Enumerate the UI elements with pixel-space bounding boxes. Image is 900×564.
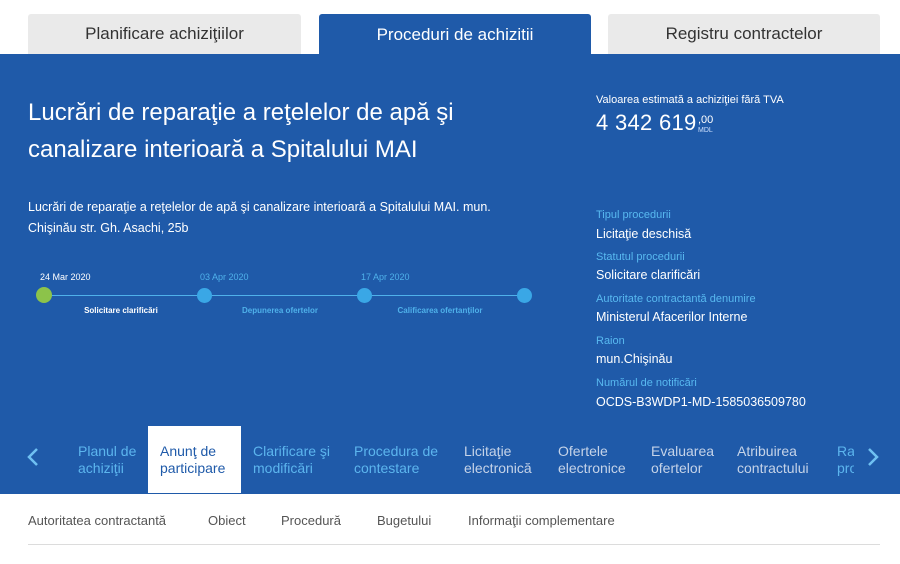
district-label: Raion bbox=[596, 335, 625, 347]
nav-licitatie-line1: Licitaţie bbox=[464, 442, 512, 459]
nav-raport[interactable]: Ra pro bbox=[837, 426, 854, 493]
subtab-divider bbox=[28, 544, 880, 545]
timeline-step-3: Calificarea ofertanţilor bbox=[397, 306, 483, 315]
chevron-left-icon[interactable] bbox=[26, 447, 40, 473]
authority-value: Ministerul Afacerilor Interne bbox=[596, 310, 748, 324]
estimate-value: 4 342 619 bbox=[596, 110, 697, 135]
status-label: Statutul procedurii bbox=[596, 251, 685, 263]
notice-label: Numărul de notificări bbox=[596, 377, 697, 389]
subtab-procedura[interactable]: Procedură bbox=[281, 513, 341, 528]
type-value: Licitaţie deschisă bbox=[596, 227, 692, 241]
procedure-title-line2: canalizare interioară a Spitalului MAI bbox=[28, 136, 418, 163]
notice-value: OCDS-B3WDP1-MD-1585036509780 bbox=[596, 395, 806, 409]
nav-ofertele-line2: electronice bbox=[558, 459, 626, 476]
nav-anunt-line1: Anunţ de bbox=[160, 442, 217, 459]
timeline-dot-2 bbox=[197, 288, 212, 303]
nav-clarificare[interactable]: Clarificare şi modificări bbox=[253, 426, 330, 493]
status-value: Solicitare clarificări bbox=[596, 268, 701, 282]
nav-planul[interactable]: Planul de achiziţii bbox=[78, 426, 136, 493]
nav-evaluarea-line2: ofertelor bbox=[651, 459, 703, 476]
tab-planificare[interactable]: Planificare achiziţiilor bbox=[28, 14, 301, 54]
nav-planul-line2: achiziţii bbox=[78, 459, 124, 476]
nav-raport-line1: Ra bbox=[837, 442, 854, 459]
nav-evaluarea[interactable]: Evaluarea ofertelor bbox=[651, 426, 714, 493]
timeline-date-3: 17 Apr 2020 bbox=[361, 272, 410, 282]
description-line1: Lucrări de reparaţie a reţelelor de apă … bbox=[28, 200, 491, 214]
nav-evaluarea-line1: Evaluarea bbox=[651, 442, 715, 459]
nav-atribuirea[interactable]: Atribuirea contractului bbox=[737, 426, 809, 493]
timeline-dot-4 bbox=[517, 288, 532, 303]
estimate-currency: MDL bbox=[698, 127, 713, 134]
chevron-right-icon[interactable] bbox=[866, 447, 880, 473]
nav-contestare-line1: Procedura de bbox=[354, 442, 439, 459]
procedure-title: Lucrări de reparaţie a reţelelor de apă … bbox=[28, 94, 548, 168]
timeline-dot-3 bbox=[357, 288, 372, 303]
subtab-informatii[interactable]: Informaţii complementare bbox=[468, 513, 615, 528]
nav-clarificare-line1: Clarificare şi bbox=[253, 442, 331, 459]
nav-ofertele-line1: Ofertele bbox=[558, 442, 608, 459]
nav-licitatie[interactable]: Licitaţie electronică bbox=[464, 426, 532, 493]
nav-clarificare-line2: modificări bbox=[253, 459, 313, 476]
procurement-page: Planificare achiziţiilor Proceduri de ac… bbox=[0, 0, 900, 564]
procedure-description: Lucrări de reparaţie a reţelelor de apă … bbox=[28, 197, 508, 239]
timeline-line bbox=[44, 295, 524, 296]
nav-contestare-line2: contestare bbox=[354, 459, 420, 476]
authority-label: Autoritate contractantă denumire bbox=[596, 293, 756, 305]
nav-anunt-line2: participare bbox=[160, 459, 226, 476]
estimate-cents: ,00 bbox=[698, 114, 714, 126]
nav-planul-line1: Planul de bbox=[78, 442, 137, 459]
description-line2: Chişinău str. Gh. Asachi, 25b bbox=[28, 221, 189, 235]
timeline-step-1: Solicitare clarificări bbox=[84, 306, 158, 315]
district-value: mun.Chişinău bbox=[596, 352, 673, 366]
nav-raport-line2: pro bbox=[837, 459, 854, 476]
nav-atribuirea-line2: contractului bbox=[737, 459, 809, 476]
subtab-bugetului[interactable]: Bugetului bbox=[377, 513, 431, 528]
timeline-step-2: Depunerea ofertelor bbox=[241, 306, 319, 315]
nav-contestare[interactable]: Procedura de contestare bbox=[354, 426, 438, 493]
nav-anunt[interactable]: Anunţ de participare bbox=[148, 426, 241, 493]
subtab-autoritatea[interactable]: Autoritatea contractantă bbox=[28, 513, 166, 528]
nav-ofertele[interactable]: Ofertele electronice bbox=[558, 426, 626, 493]
tab-proceduri[interactable]: Proceduri de achizitii bbox=[319, 14, 591, 56]
timeline-dot-1 bbox=[36, 287, 52, 303]
estimate-label: Valoarea estimată a achiziţiei fără TVA bbox=[596, 94, 784, 106]
nav-atribuirea-line1: Atribuirea bbox=[737, 442, 797, 459]
nav-licitatie-line2: electronică bbox=[464, 459, 532, 476]
timeline-date-2: 03 Apr 2020 bbox=[200, 272, 249, 282]
timeline-date-1: 24 Mar 2020 bbox=[40, 272, 91, 282]
procedure-title-line1: Lucrări de reparaţie a reţelelor de apă … bbox=[28, 99, 454, 126]
procedure-panel: Lucrări de reparaţie a reţelelor de apă … bbox=[0, 54, 900, 494]
tab-registru[interactable]: Registru contractelor bbox=[608, 14, 880, 54]
subtab-obiect[interactable]: Obiect bbox=[208, 513, 246, 528]
type-label: Tipul procedurii bbox=[596, 209, 671, 221]
